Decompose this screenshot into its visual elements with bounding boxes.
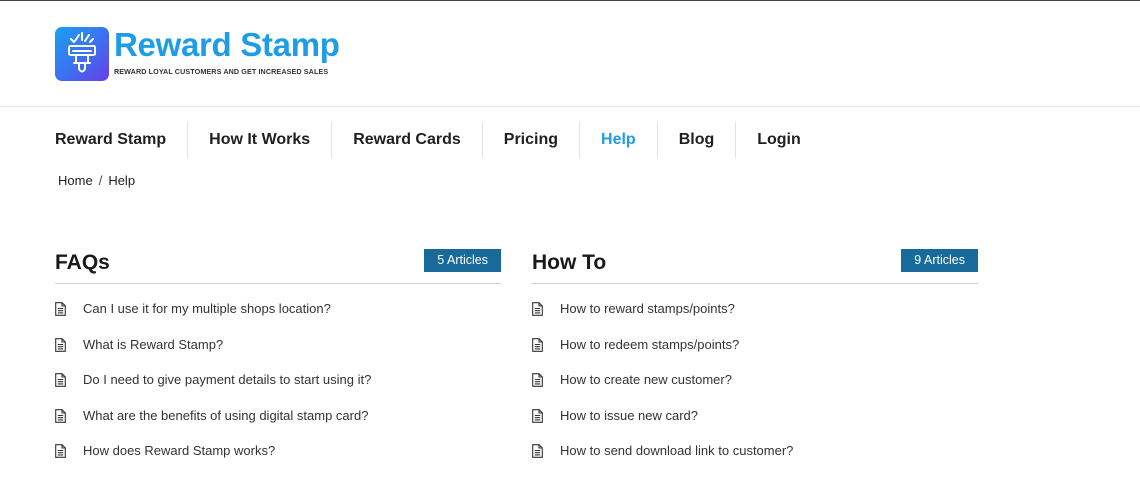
document-icon bbox=[55, 302, 66, 316]
document-icon bbox=[55, 373, 66, 387]
list-item: How to send download link to customer? bbox=[532, 443, 978, 479]
nav-item-reward-stamp[interactable]: Reward Stamp bbox=[55, 122, 189, 158]
howto-article-link[interactable]: How to reward stamps/points? bbox=[560, 301, 735, 317]
document-icon bbox=[532, 337, 543, 352]
list-item: Can I use it for my multiple shops locat… bbox=[55, 301, 501, 337]
document-icon bbox=[532, 408, 543, 423]
howto-title[interactable]: How To bbox=[532, 251, 606, 275]
document-icon bbox=[532, 444, 543, 458]
list-item: What are the benefits of using digital s… bbox=[55, 408, 501, 444]
howto-article-link[interactable]: How to issue new card? bbox=[560, 408, 698, 424]
site-header: Reward Stamp REWARD LOYAL CUSTOMERS AND … bbox=[0, 1, 1140, 107]
list-item: What is Reward Stamp? bbox=[55, 337, 501, 373]
howto-section: How To 9 Articles How to reward stamps/p… bbox=[532, 249, 978, 479]
howto-article-count-badge[interactable]: 9 Articles bbox=[901, 249, 978, 272]
faqs-header: FAQs 5 Articles bbox=[55, 249, 501, 284]
breadcrumb-home-link[interactable]: Home bbox=[58, 173, 93, 188]
howto-article-link[interactable]: How to redeem stamps/points? bbox=[560, 337, 739, 353]
faqs-title[interactable]: FAQs bbox=[55, 251, 110, 275]
list-item: How to create new customer? bbox=[532, 372, 978, 408]
brand-title: Reward Stamp bbox=[114, 26, 340, 63]
breadcrumb: Home / Help bbox=[58, 173, 135, 188]
faq-article-link[interactable]: What are the benefits of using digital s… bbox=[83, 408, 368, 424]
howto-article-list: How to reward stamps/points? How to rede… bbox=[532, 301, 978, 479]
list-item: How to issue new card? bbox=[532, 408, 978, 444]
nav-item-reward-cards[interactable]: Reward Cards bbox=[332, 122, 483, 158]
nav-item-login[interactable]: Login bbox=[736, 122, 822, 158]
faqs-section: FAQs 5 Articles Can I use it for my mult… bbox=[55, 249, 501, 479]
breadcrumb-current: Help bbox=[108, 173, 136, 188]
howto-article-link[interactable]: How to create new customer? bbox=[560, 372, 732, 388]
main-nav: Reward Stamp How It Works Reward Cards P… bbox=[55, 122, 822, 158]
faqs-article-list: Can I use it for my multiple shops locat… bbox=[55, 301, 501, 479]
list-item: How to redeem stamps/points? bbox=[532, 337, 978, 373]
list-item: How does Reward Stamp works? bbox=[55, 443, 501, 479]
list-item: Do I need to give payment details to sta… bbox=[55, 372, 501, 408]
howto-article-link[interactable]: How to send download link to customer? bbox=[560, 443, 793, 459]
nav-item-blog[interactable]: Blog bbox=[658, 122, 737, 158]
nav-item-how-it-works[interactable]: How It Works bbox=[188, 122, 333, 158]
breadcrumb-separator: / bbox=[98, 173, 103, 188]
nav-item-pricing[interactable]: Pricing bbox=[483, 122, 581, 158]
document-icon bbox=[55, 337, 66, 352]
faq-article-link[interactable]: How does Reward Stamp works? bbox=[83, 443, 275, 459]
document-icon bbox=[532, 302, 543, 316]
howto-header: How To 9 Articles bbox=[532, 249, 978, 284]
faq-article-link[interactable]: Do I need to give payment details to sta… bbox=[83, 372, 371, 388]
faqs-article-count-badge[interactable]: 5 Articles bbox=[424, 249, 501, 272]
brand-tagline: REWARD LOYAL CUSTOMERS AND GET INCREASED… bbox=[114, 67, 329, 76]
faq-article-link[interactable]: What is Reward Stamp? bbox=[83, 337, 223, 353]
document-icon bbox=[55, 444, 66, 458]
list-item: How to reward stamps/points? bbox=[532, 301, 978, 337]
document-icon bbox=[55, 408, 66, 423]
faq-article-link[interactable]: Can I use it for my multiple shops locat… bbox=[83, 301, 331, 317]
nav-item-help[interactable]: Help bbox=[580, 122, 658, 158]
logo[interactable]: Reward Stamp REWARD LOYAL CUSTOMERS AND … bbox=[55, 27, 340, 81]
document-icon bbox=[532, 373, 543, 387]
stamp-logo-icon bbox=[55, 27, 109, 81]
